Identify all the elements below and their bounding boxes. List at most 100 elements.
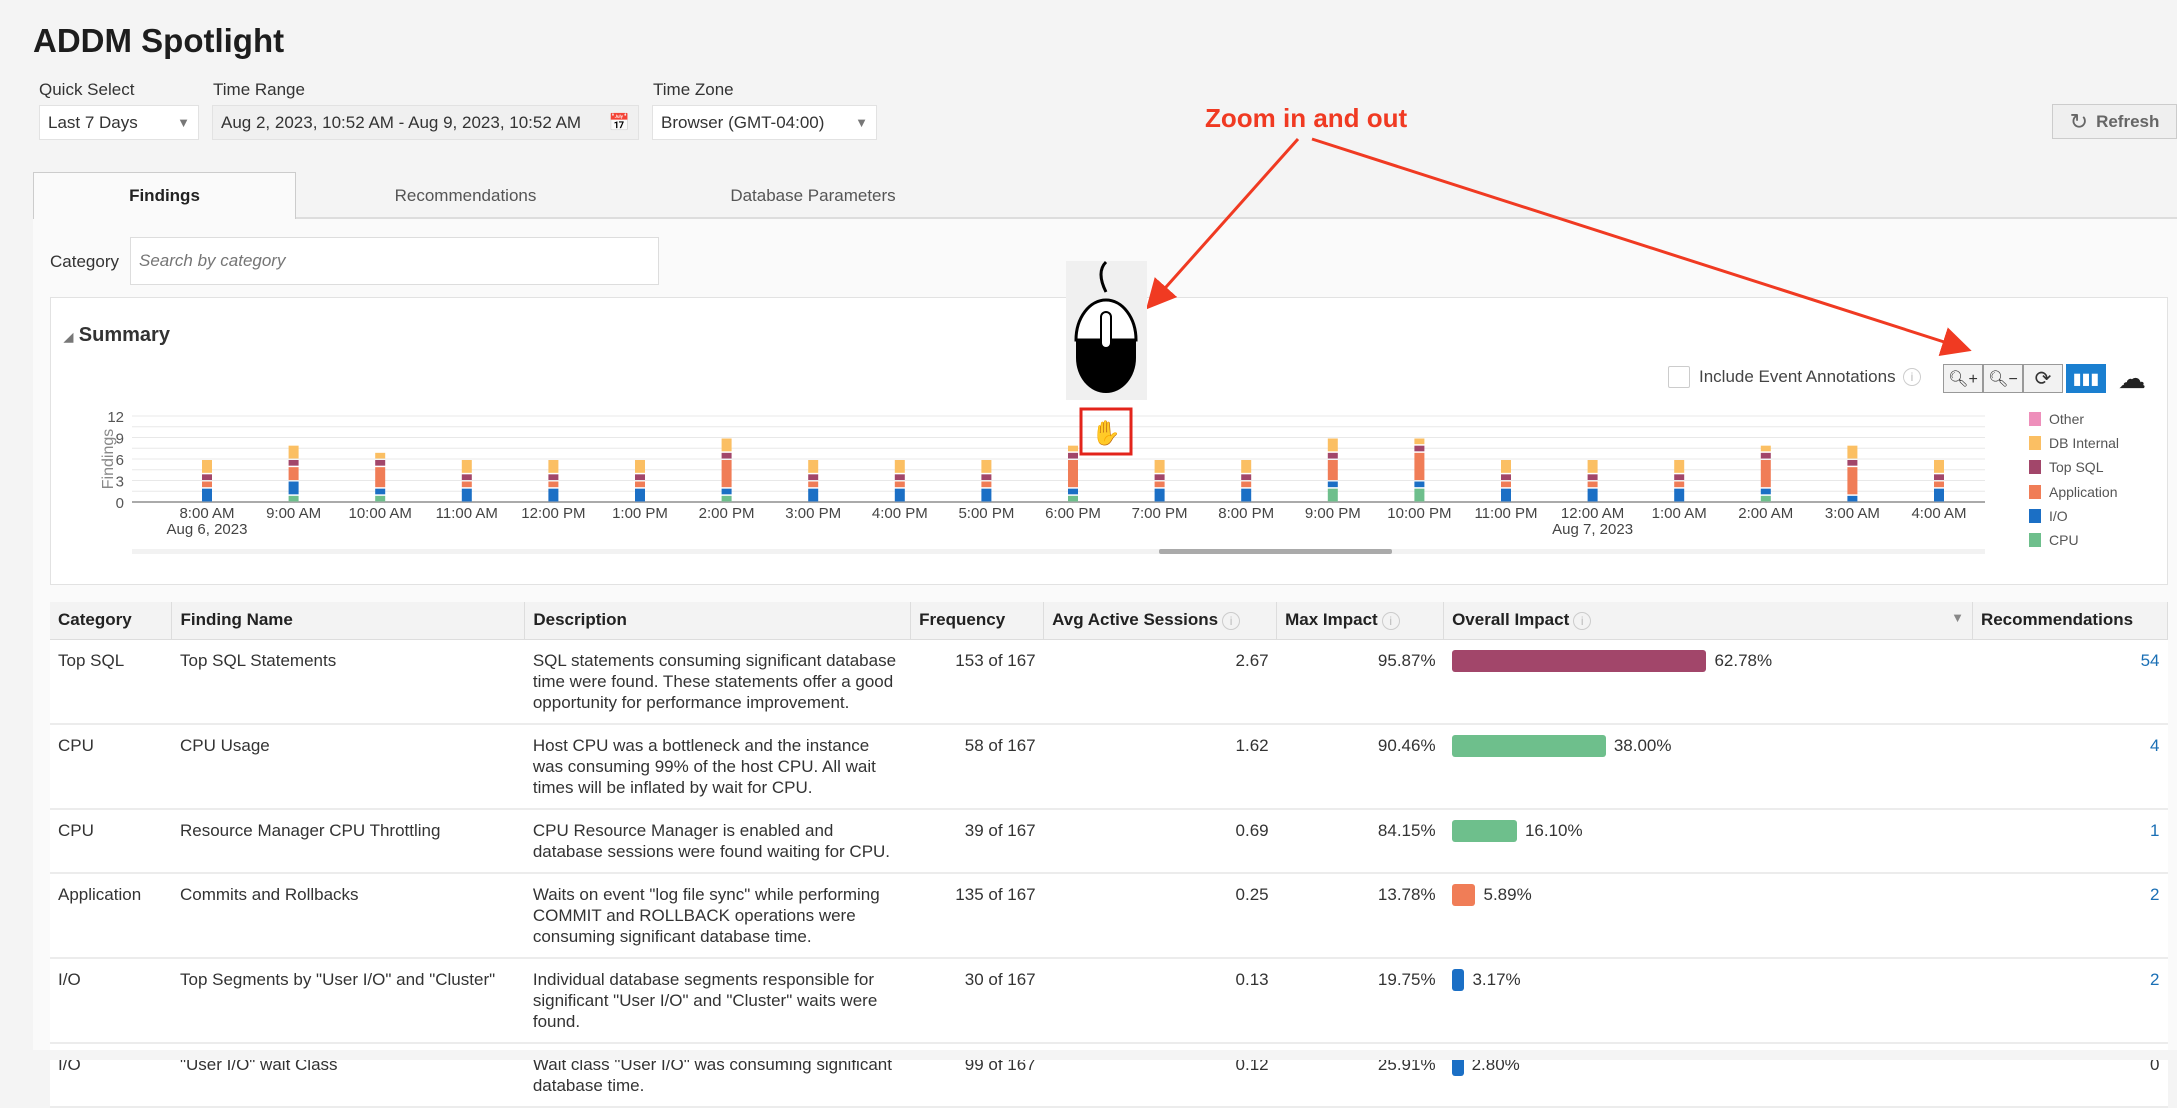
table-row[interactable]: I/O Top Segments by "User I/O" and "Clus…: [50, 957, 2168, 1044]
bar-segment-top-sql: [721, 452, 732, 459]
table-row[interactable]: CPU CPU Usage Host CPU was a bottleneck …: [50, 723, 2168, 810]
cell-avg-active-sessions: 2.67: [1043, 639, 1277, 725]
cell-overall-impact: 5.89%: [1443, 872, 1973, 959]
legend-swatch: [2029, 412, 2041, 427]
table-row[interactable]: CPU Resource Manager CPU Throttling CPU …: [50, 808, 2168, 874]
bar-segment-i-o: [461, 488, 472, 502]
impact-value: 5.89%: [1483, 885, 1532, 904]
chart-scroll-track: [132, 549, 1985, 554]
bar-segment-db-internal: [1760, 445, 1771, 452]
cell-recommendations[interactable]: 4: [1972, 723, 2168, 810]
bar-segment-i-o: [1847, 495, 1858, 502]
bar-segment-top-sql: [1501, 474, 1511, 480]
cell-finding-name: CPU Usage: [171, 723, 525, 810]
x-tick-label: 1:00 AM: [1652, 505, 1707, 522]
bar-segment-application: [1154, 481, 1165, 488]
col-recommendations[interactable]: Recommendations: [1972, 602, 2169, 640]
legend-label: DB Internal: [2049, 435, 2120, 452]
x-tick-label: 12:00 AM: [1561, 505, 1624, 522]
cell-frequency: 153 of 167: [910, 639, 1044, 725]
bar-segment-cpu: [1068, 495, 1078, 502]
col-finding-name[interactable]: Finding Name: [171, 602, 526, 640]
header-label: Max Impact: [1285, 610, 1378, 630]
bar-segment-i-o: [1414, 481, 1425, 488]
info-icon[interactable]: i: [1573, 611, 1592, 630]
col-frequency[interactable]: Frequency: [910, 602, 1045, 640]
bar-segment-i-o: [981, 488, 992, 502]
legend-item[interactable]: Other: [2029, 407, 2119, 431]
legend-item[interactable]: Top SQL: [2029, 455, 2119, 479]
col-category[interactable]: Category: [50, 602, 173, 640]
bar-segment-i-o: [1587, 488, 1598, 502]
bar-segment-application: [1414, 452, 1425, 480]
bar-segment-cpu: [1414, 488, 1425, 502]
x-tick-label: 11:00 PM: [1474, 505, 1537, 522]
col-avg-active-sessions[interactable]: Avg Active Sessions i: [1043, 602, 1278, 640]
bar-segment-application: [1847, 467, 1858, 495]
bar-segment-top-sql: [1241, 474, 1252, 480]
bar-segment-db-internal: [288, 445, 299, 459]
x-tick-label: 10:00 PM: [1387, 505, 1451, 522]
impact-bar: [1451, 883, 1476, 906]
cell-finding-name: Top Segments by "User I/O" and "Cluster": [171, 957, 525, 1044]
cell-category: Top SQL: [50, 639, 172, 725]
cell-recommendations[interactable]: 2: [1972, 957, 2168, 1044]
bar-segment-i-o: [635, 488, 645, 502]
cell-avg-active-sessions: 1.62: [1043, 723, 1277, 810]
chart-scrollbar[interactable]: [1159, 549, 1392, 554]
bar-segment-top-sql: [461, 474, 472, 480]
bar-segment-application: [1934, 481, 1944, 488]
bar-segment-i-o: [1068, 488, 1078, 495]
y-tick-label: 12: [107, 409, 124, 426]
bar-segment-application: [1241, 481, 1252, 488]
bar-segment-db-internal: [894, 460, 905, 473]
cell-overall-impact: 62.78%: [1443, 639, 1973, 725]
legend-item[interactable]: Application: [2029, 480, 2119, 504]
bar-segment-i-o: [1760, 488, 1771, 495]
recommendations-link[interactable]: 2: [2150, 885, 2159, 904]
cell-avg-active-sessions: 0.13: [1043, 957, 1277, 1044]
recommendations-link[interactable]: 1: [2150, 821, 2159, 840]
recommendations-link[interactable]: 54: [2141, 651, 2160, 670]
bar-segment-top-sql: [1674, 474, 1685, 480]
cell-recommendations[interactable]: 54: [1972, 639, 2168, 725]
impact-bar: [1451, 734, 1606, 757]
col-overall-impact[interactable]: Overall Impact i ▼: [1443, 602, 1973, 640]
bar-segment-top-sql: [375, 460, 386, 466]
bar-segment-top-sql: [981, 474, 992, 480]
bar-segment-top-sql: [635, 474, 645, 480]
table-row[interactable]: Top SQL Top SQL Statements SQL statement…: [50, 639, 2168, 725]
y-axis-label: Findings: [100, 429, 117, 489]
sort-desc-icon[interactable]: ▼: [1951, 610, 1964, 625]
x-tick-label: 4:00 PM: [872, 505, 928, 522]
bar-segment-application: [1760, 460, 1771, 488]
impact-value: 3.17%: [1472, 970, 1521, 989]
cell-recommendations[interactable]: 1: [1972, 808, 2168, 874]
bar-segment-i-o: [1327, 481, 1338, 488]
x-date-label: Aug 7, 2023: [1552, 521, 1633, 538]
x-tick-label: 7:00 PM: [1132, 505, 1188, 522]
info-icon[interactable]: i: [1222, 611, 1241, 630]
bar-segment-db-internal: [202, 460, 212, 473]
bar-segment-db-internal: [721, 438, 732, 452]
info-icon[interactable]: i: [1381, 611, 1400, 630]
y-tick-label: 0: [116, 495, 124, 512]
legend-item[interactable]: CPU: [2029, 528, 2119, 552]
bar-segment-i-o: [1241, 488, 1252, 502]
impact-value: 62.78%: [1714, 651, 1773, 670]
impact-value: 16.10%: [1524, 821, 1583, 840]
legend-item[interactable]: I/O: [2029, 504, 2119, 528]
table-row[interactable]: Application Commits and Rollbacks Waits …: [50, 872, 2168, 959]
bar-segment-i-o: [375, 488, 386, 495]
legend-item[interactable]: DB Internal: [2029, 431, 2119, 455]
col-max-impact[interactable]: Max Impact i: [1276, 602, 1445, 640]
bar-segment-i-o: [808, 488, 819, 502]
cell-max-impact: 84.15%: [1276, 808, 1444, 874]
recommendations-link[interactable]: 2: [2150, 970, 2159, 989]
page-bottom: [0, 1050, 2177, 1060]
recommendations-link[interactable]: 4: [2150, 736, 2159, 755]
cell-recommendations[interactable]: 2: [1972, 872, 2168, 959]
col-description[interactable]: Description: [524, 602, 912, 640]
x-tick-label: 11:00 AM: [436, 505, 498, 522]
bar-segment-top-sql: [1587, 474, 1598, 480]
